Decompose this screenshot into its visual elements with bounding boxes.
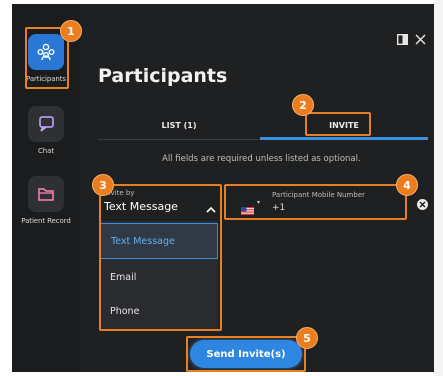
clear-field-button[interactable] (417, 199, 428, 210)
sidebar-item-patient-record[interactable]: Patient Record (12, 176, 80, 225)
callout-frame (186, 336, 306, 372)
chat-icon (28, 106, 64, 142)
telehealth-panel: Participants Chat Patient Record 1 Parti… (12, 4, 434, 372)
callout-badge: 3 (92, 174, 114, 196)
close-icon[interactable] (415, 30, 426, 49)
callout-badge: 1 (60, 20, 82, 42)
callout-badge: 4 (396, 174, 418, 196)
callout-badge: 2 (292, 94, 314, 116)
page-title: Participants (98, 65, 228, 87)
callout-frame (99, 184, 222, 331)
sidebar-item-chat[interactable]: Chat (12, 106, 80, 155)
sidebar-item-label: Chat (38, 147, 54, 155)
tab-list[interactable]: LIST (1) (98, 112, 260, 138)
sidebar-item-label: Patient Record (21, 217, 71, 225)
callout-frame (224, 184, 407, 220)
callout-badge: 5 (296, 327, 318, 349)
tab-bar: LIST (1) INVITE (98, 112, 428, 140)
callout-frame (305, 112, 371, 136)
header-actions (396, 30, 426, 49)
required-note: All fields are required unless listed as… (162, 154, 361, 164)
close-icon (419, 201, 426, 208)
page-edge (434, 0, 443, 376)
panel-icon[interactable] (396, 30, 409, 49)
folder-icon (28, 176, 64, 212)
tab-active-indicator (260, 137, 428, 140)
